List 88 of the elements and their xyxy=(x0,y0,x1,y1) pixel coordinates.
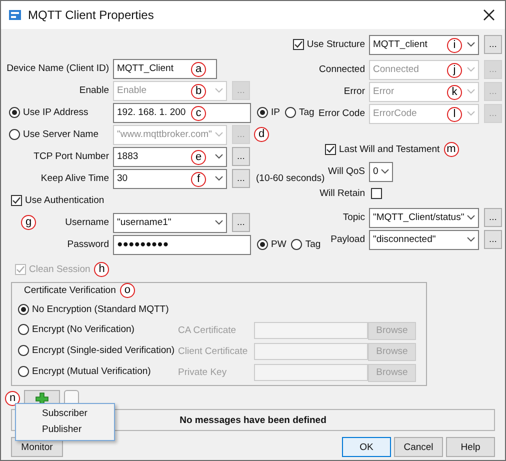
empty-message: No messages have been defined xyxy=(180,414,326,426)
radio-button[interactable]: IP xyxy=(257,107,280,118)
dialog-button[interactable]: Cancel xyxy=(394,437,443,457)
input-field[interactable]: ●●●●●●●●● xyxy=(113,234,251,254)
combo-box[interactable]: 1883 e xyxy=(113,146,227,166)
field-label: Private Key xyxy=(178,367,227,378)
marker-label: a xyxy=(191,62,206,76)
window-title: MQTT Client Properties xyxy=(28,8,155,22)
close-icon[interactable] xyxy=(483,9,495,21)
radio-button[interactable]: Tag xyxy=(284,107,314,118)
marker-label: o xyxy=(120,282,135,298)
field-label: Will QoS xyxy=(328,166,365,177)
checkmark-icon xyxy=(16,264,25,274)
field-label: TCP Port Number xyxy=(34,151,109,162)
combo-box[interactable]: "MQTT_Client/status" xyxy=(369,208,479,228)
caret-icon xyxy=(467,111,475,116)
marker-label: c xyxy=(191,106,206,120)
browse-button[interactable]: ... xyxy=(484,230,502,249)
caret-icon xyxy=(467,67,475,72)
dialog-button[interactable]: Help xyxy=(446,437,495,457)
marker-label: b xyxy=(191,84,206,98)
combo-box[interactable]: MQTT_client i xyxy=(369,34,479,54)
browse-button[interactable]: ... xyxy=(232,213,250,232)
field-label: Client Certificate xyxy=(178,346,248,357)
browse-button[interactable]: ... xyxy=(484,208,502,227)
field-label: Topic xyxy=(342,212,365,223)
input-field[interactable] xyxy=(254,322,368,339)
group-title: Certificate Verification xyxy=(24,284,116,296)
combo-box[interactable]: "disconnected" xyxy=(369,230,479,250)
menu-item[interactable]: Subscriber xyxy=(16,406,114,422)
field-label: Keep Alive Time xyxy=(40,173,109,184)
marker-label: i xyxy=(447,38,462,52)
browse-button[interactable]: ... xyxy=(484,35,502,54)
marker-label: n xyxy=(5,391,20,406)
field-label: Password xyxy=(67,239,109,250)
caret-icon xyxy=(467,215,475,220)
field-label: CA Certificate xyxy=(178,325,236,336)
marker-label: l xyxy=(447,106,462,122)
checkmark-icon xyxy=(294,40,303,49)
plus-icon xyxy=(35,392,49,406)
input-field[interactable] xyxy=(254,343,368,360)
caret-icon xyxy=(467,42,475,47)
caret-icon xyxy=(215,132,223,137)
marker-label: j xyxy=(447,62,462,78)
combo-box[interactable]: 30 f xyxy=(113,168,227,188)
combo-box[interactable]: 0 xyxy=(369,162,393,182)
marker-label: e xyxy=(191,150,206,164)
menu-item[interactable]: Publisher xyxy=(16,422,114,438)
dialog-button[interactable]: OK xyxy=(342,437,391,457)
marker-label: g xyxy=(21,215,36,230)
radio-button[interactable]: No Encryption (Standard MQTT) xyxy=(18,304,169,315)
browse-button[interactable]: ... xyxy=(232,169,250,188)
marker-label: k xyxy=(447,84,462,100)
browse-button[interactable]: ... xyxy=(232,147,250,166)
caret-icon xyxy=(215,154,223,159)
caret-icon xyxy=(215,220,223,225)
field-label: Error xyxy=(344,86,365,97)
combo-box[interactable]: "username1" xyxy=(113,212,227,232)
input-field[interactable]: MQTT_Client a xyxy=(113,58,217,78)
caret-icon xyxy=(467,89,475,94)
field-label: Connected xyxy=(319,64,365,75)
caret-icon xyxy=(215,176,223,181)
radio-button[interactable]: Tag xyxy=(291,239,321,250)
field-label: Error Code xyxy=(318,108,365,119)
input-field[interactable] xyxy=(254,364,368,381)
checkbox[interactable] xyxy=(371,188,382,199)
caret-icon xyxy=(215,88,223,93)
field-label: Enable xyxy=(79,85,109,96)
input-field[interactable]: 192. 168. 1. 200 c xyxy=(113,102,251,122)
app-icon xyxy=(8,8,22,22)
field-label: Username xyxy=(65,217,109,228)
caret-icon xyxy=(381,169,389,174)
field-label: Will Retain xyxy=(320,188,365,199)
caret-icon xyxy=(467,237,475,242)
hint-text: (10-60 seconds) xyxy=(256,173,325,184)
marker-label: m xyxy=(444,142,459,157)
radio-button[interactable]: Use IP Address xyxy=(9,107,88,118)
checkbox[interactable]: Use Authentication xyxy=(11,195,104,206)
field-label: Payload xyxy=(330,234,365,245)
marker-label: f xyxy=(191,172,206,186)
checkbox[interactable]: Use Structure xyxy=(292,39,365,50)
checkmark-icon xyxy=(12,196,21,205)
checkbox[interactable]: Last Will and Testament xyxy=(325,144,440,155)
radio-button[interactable]: PW xyxy=(257,239,286,250)
marker-label: h xyxy=(94,262,110,276)
field-label: Device Name (Client ID) xyxy=(6,63,109,74)
checkmark-icon xyxy=(326,145,335,154)
marker-label: d xyxy=(254,127,269,142)
